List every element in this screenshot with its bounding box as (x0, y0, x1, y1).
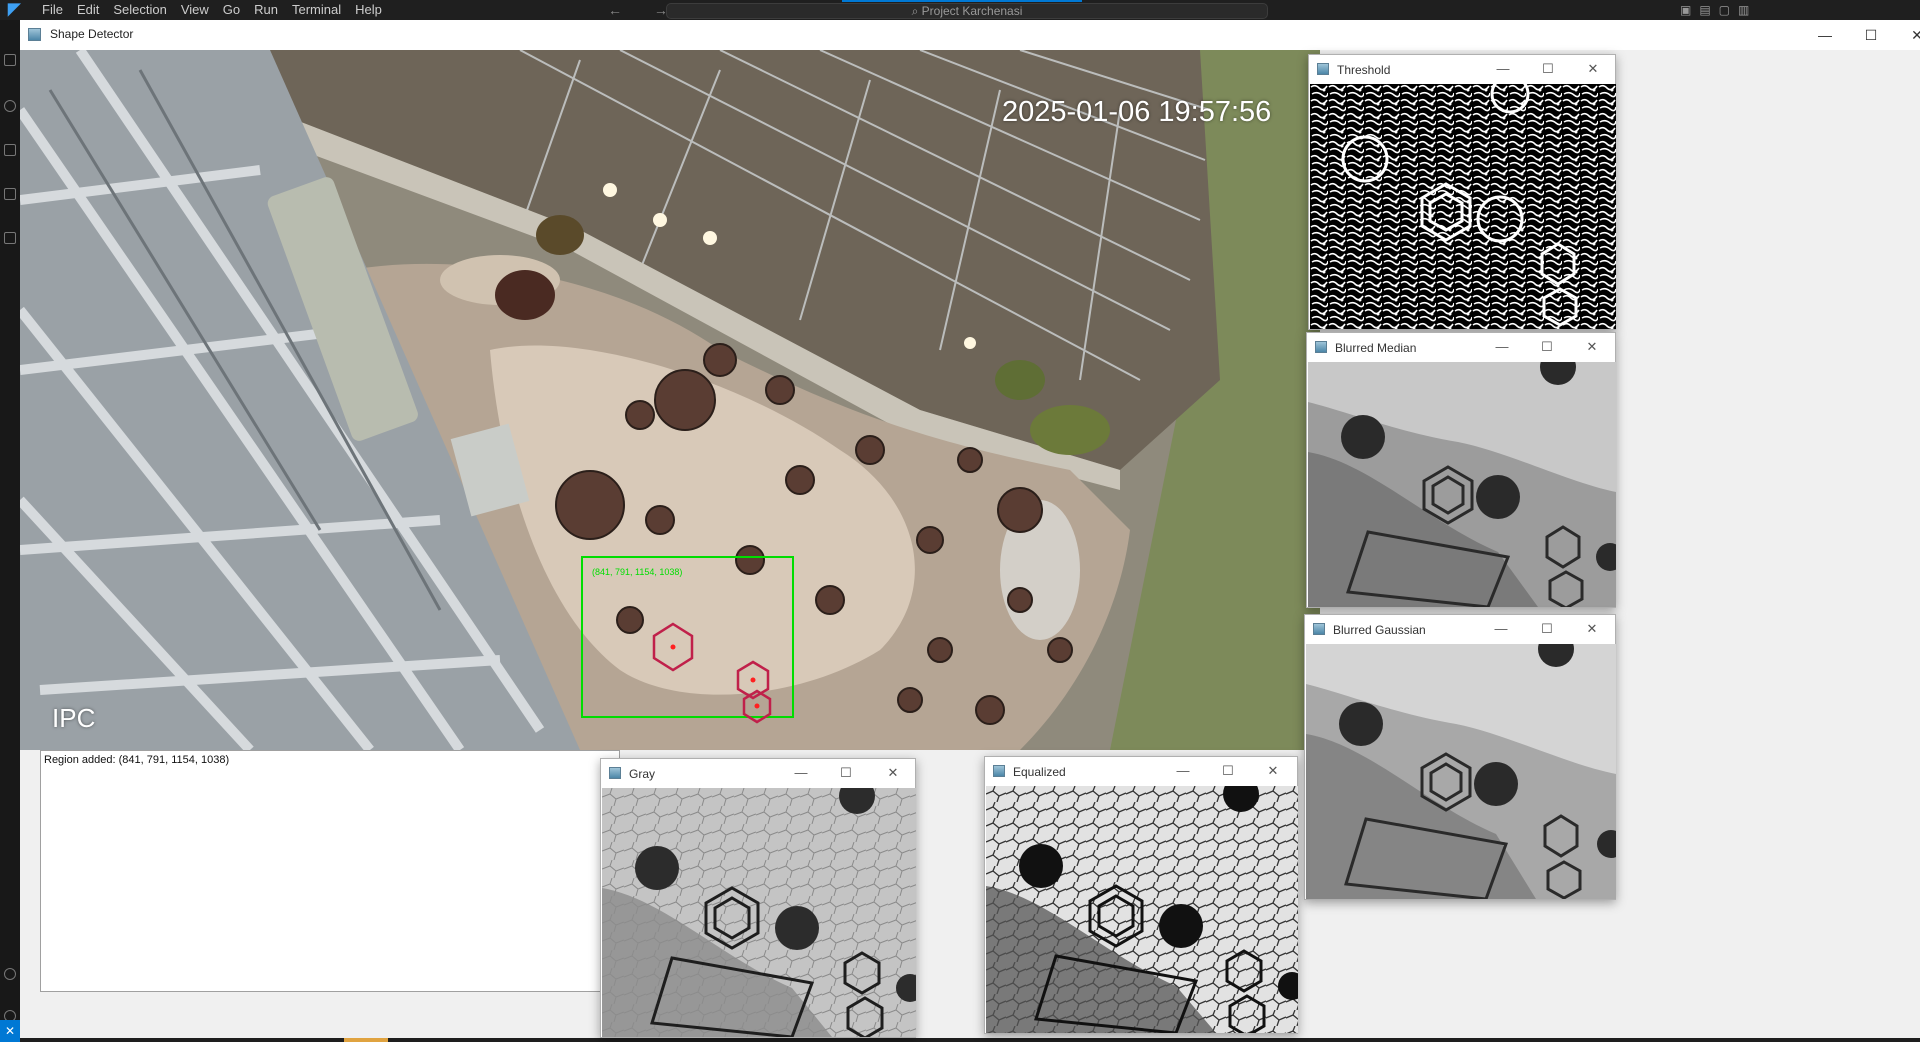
log-textbox[interactable]: Region added: (841, 791, 1154, 1038) (40, 750, 620, 992)
menu-view[interactable]: View (181, 2, 209, 17)
close-icon[interactable]: ✕ (1581, 61, 1605, 77)
minimize-icon[interactable]: — (1489, 621, 1513, 636)
explorer-icon[interactable] (4, 54, 16, 66)
blurred-gaussian-image (1306, 644, 1616, 899)
log-line: Region added: (841, 791, 1154, 1038) (44, 754, 230, 766)
maximize-icon[interactable]: ☐ (1536, 61, 1560, 77)
close-button[interactable]: ✕ (1894, 20, 1920, 50)
search-icon: ⌕ (911, 4, 922, 18)
menu-run[interactable]: Run (254, 2, 278, 17)
threshold-image (1310, 84, 1616, 329)
layout-toggle-icons[interactable]: ▣▤▢▥ (1680, 3, 1757, 17)
maximize-icon[interactable]: ☐ (1216, 763, 1240, 779)
menu-edit[interactable]: Edit (77, 2, 99, 17)
close-icon[interactable]: ✕ (881, 765, 905, 781)
account-icon[interactable] (4, 968, 16, 980)
menu-go[interactable]: Go (223, 2, 240, 17)
maximize-icon[interactable]: ☐ (834, 765, 858, 781)
minimize-button[interactable]: — (1802, 20, 1848, 50)
threshold-window[interactable]: Threshold — ☐ ✕ (1308, 54, 1616, 330)
minimize-icon[interactable]: — (1490, 339, 1514, 354)
threshold-title: Threshold (1337, 63, 1391, 77)
gray-image (602, 788, 916, 1037)
threshold-title-bar[interactable]: Threshold — ☐ ✕ (1309, 55, 1615, 84)
gray-title-bar[interactable]: Gray — ☐ ✕ (601, 759, 915, 788)
source-control-icon[interactable] (4, 144, 16, 156)
vscode-menu-bar: File Edit Selection View Go Run Terminal… (42, 2, 382, 17)
window-app-icon (993, 765, 1005, 777)
status-strip (20, 1038, 1920, 1042)
blurred-median-title-bar[interactable]: Blurred Median — ☐ ✕ (1307, 333, 1615, 362)
minimize-icon[interactable]: — (789, 765, 813, 780)
equalized-window[interactable]: Equalized — ☐ ✕ (984, 756, 1298, 1034)
roi-label: (841, 791, 1154, 1038) (592, 567, 683, 577)
window-app-icon (609, 767, 621, 779)
close-icon[interactable]: ✕ (1261, 763, 1285, 779)
titlebar-accent (842, 0, 1082, 2)
camera-ipc-label: IPC (52, 703, 96, 733)
maximize-button[interactable]: ☐ (1848, 20, 1894, 50)
close-icon[interactable]: ✕ (1580, 621, 1604, 637)
shape-detector-window: Shape Detector — ☐ ✕ 2025-01-06 19:57:56… (20, 20, 1920, 1038)
window-app-icon (1315, 341, 1327, 353)
remote-status-icon[interactable]: ✕ (0, 1020, 20, 1042)
extensions-icon[interactable] (4, 232, 16, 244)
menu-selection[interactable]: Selection (113, 2, 166, 17)
window-app-icon (1317, 63, 1329, 75)
app-window-icon (28, 28, 41, 41)
command-center-search[interactable]: ⌕ Project Karchenasi (666, 3, 1268, 19)
camera-timestamp: 2025-01-06 19:57:56 (1002, 96, 1272, 128)
blurred-median-window[interactable]: Blurred Median — ☐ ✕ (1306, 332, 1616, 608)
main-title-bar[interactable]: Shape Detector — ☐ ✕ (20, 20, 1920, 50)
vscode-activity-bar (0, 20, 20, 1042)
equalized-title: Equalized (1013, 765, 1066, 779)
equalized-image (986, 786, 1298, 1033)
blurred-median-image (1308, 362, 1616, 607)
blurred-gaussian-title-bar[interactable]: Blurred Gaussian — ☐ ✕ (1305, 615, 1615, 644)
vscode-titlebar: ◤ File Edit Selection View Go Run Termin… (0, 0, 1920, 20)
camera-feed[interactable]: 2025-01-06 19:57:56 IPC (841, 791, 1154,… (20, 50, 1320, 750)
gray-window[interactable]: Gray — ☐ ✕ (600, 758, 916, 1038)
maximize-icon[interactable]: ☐ (1535, 339, 1559, 355)
search-activity-icon[interactable] (4, 100, 16, 112)
minimize-icon[interactable]: — (1171, 763, 1195, 778)
gray-title: Gray (629, 767, 656, 781)
camera-scene (20, 50, 1320, 750)
equalized-title-bar[interactable]: Equalized — ☐ ✕ (985, 757, 1297, 786)
blurred-gaussian-window[interactable]: Blurred Gaussian — ☐ ✕ (1304, 614, 1616, 900)
menu-terminal[interactable]: Terminal (292, 2, 341, 17)
close-icon[interactable]: ✕ (1580, 339, 1604, 355)
menu-file[interactable]: File (42, 2, 63, 17)
maximize-icon[interactable]: ☐ (1535, 621, 1559, 637)
window-app-icon (1313, 623, 1325, 635)
blurred-gaussian-title: Blurred Gaussian (1333, 623, 1426, 637)
status-strip-segment (344, 1038, 388, 1042)
menu-help[interactable]: Help (355, 2, 382, 17)
blurred-median-title: Blurred Median (1335, 341, 1417, 355)
minimize-icon[interactable]: — (1491, 61, 1515, 76)
vscode-logo-icon[interactable]: ◤ (8, 1, 26, 19)
debug-icon[interactable] (4, 188, 16, 200)
search-text: Project Karchenasi (921, 4, 1023, 18)
main-window-title: Shape Detector (50, 27, 134, 41)
